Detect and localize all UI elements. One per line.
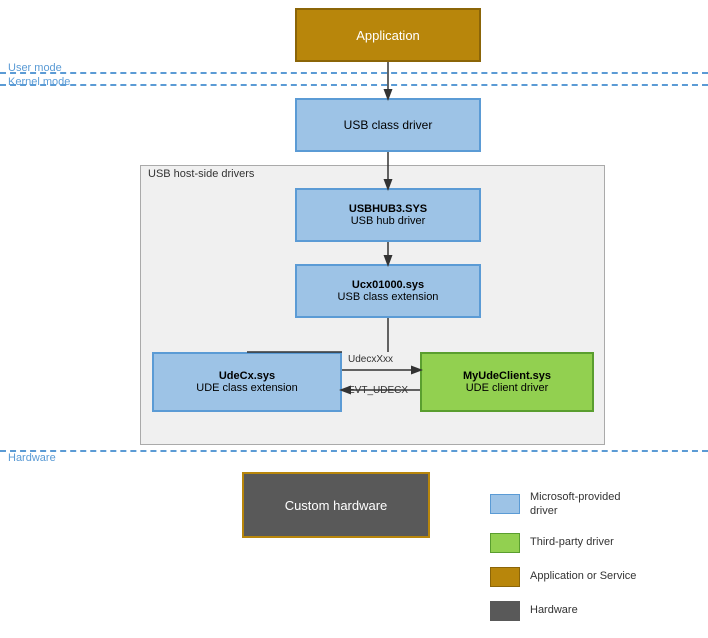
legend-item-dark: Hardware (490, 601, 636, 621)
kernel-mode-label: Kernel mode (8, 76, 70, 88)
myude-title: MyUdeClient.sys (463, 370, 551, 382)
usbhub-subtitle: USB hub driver (351, 215, 426, 227)
myude-subtitle: UDE client driver (466, 382, 549, 394)
legend-text-dark: Hardware (530, 603, 578, 617)
ucx-subtitle: USB class extension (338, 291, 439, 303)
legend-item-gold: Application or Service (490, 567, 636, 587)
custom-hardware-label: Custom hardware (285, 498, 388, 513)
kernel-mode-line (0, 84, 708, 86)
application-label: Application (356, 28, 420, 43)
legend: Microsoft-provideddriver Third-party dri… (490, 490, 636, 635)
usbhub-box: USBHUB3.SYS USB hub driver (295, 188, 481, 242)
arrow-top-label: UdecxXxx (348, 354, 393, 365)
diagram-container: Application User mode Kernel mode USB cl… (0, 0, 708, 638)
user-mode-line (0, 72, 708, 74)
legend-item-blue: Microsoft-provideddriver (490, 490, 636, 519)
hardware-line (0, 450, 708, 452)
usb-class-driver-label: USB class driver (344, 118, 433, 132)
legend-color-blue (490, 494, 520, 514)
custom-hardware-box: Custom hardware (242, 472, 430, 538)
legend-item-green: Third-party driver (490, 533, 636, 553)
usbhub-title: USBHUB3.SYS (349, 203, 427, 215)
arrow-bottom-label: EVT_UDECX (348, 385, 408, 396)
myude-box: MyUdeClient.sys UDE client driver (420, 352, 594, 412)
ucx-box: Ucx01000.sys USB class extension (295, 264, 481, 318)
udecx-box: UdeCx.sys UDE class extension (152, 352, 342, 412)
legend-color-dark (490, 601, 520, 621)
legend-text-gold: Application or Service (530, 569, 636, 583)
usb-class-driver-box: USB class driver (295, 98, 481, 152)
legend-color-green (490, 533, 520, 553)
ucx-title: Ucx01000.sys (352, 279, 424, 291)
usb-host-label: USB host-side drivers (148, 168, 254, 180)
udecx-subtitle: UDE class extension (196, 382, 298, 394)
udecx-title: UdeCx.sys (219, 370, 275, 382)
legend-color-gold (490, 567, 520, 587)
hardware-label: Hardware (8, 452, 56, 464)
legend-text-green: Third-party driver (530, 535, 614, 549)
application-box: Application (295, 8, 481, 62)
legend-text-blue: Microsoft-provideddriver (530, 490, 620, 519)
